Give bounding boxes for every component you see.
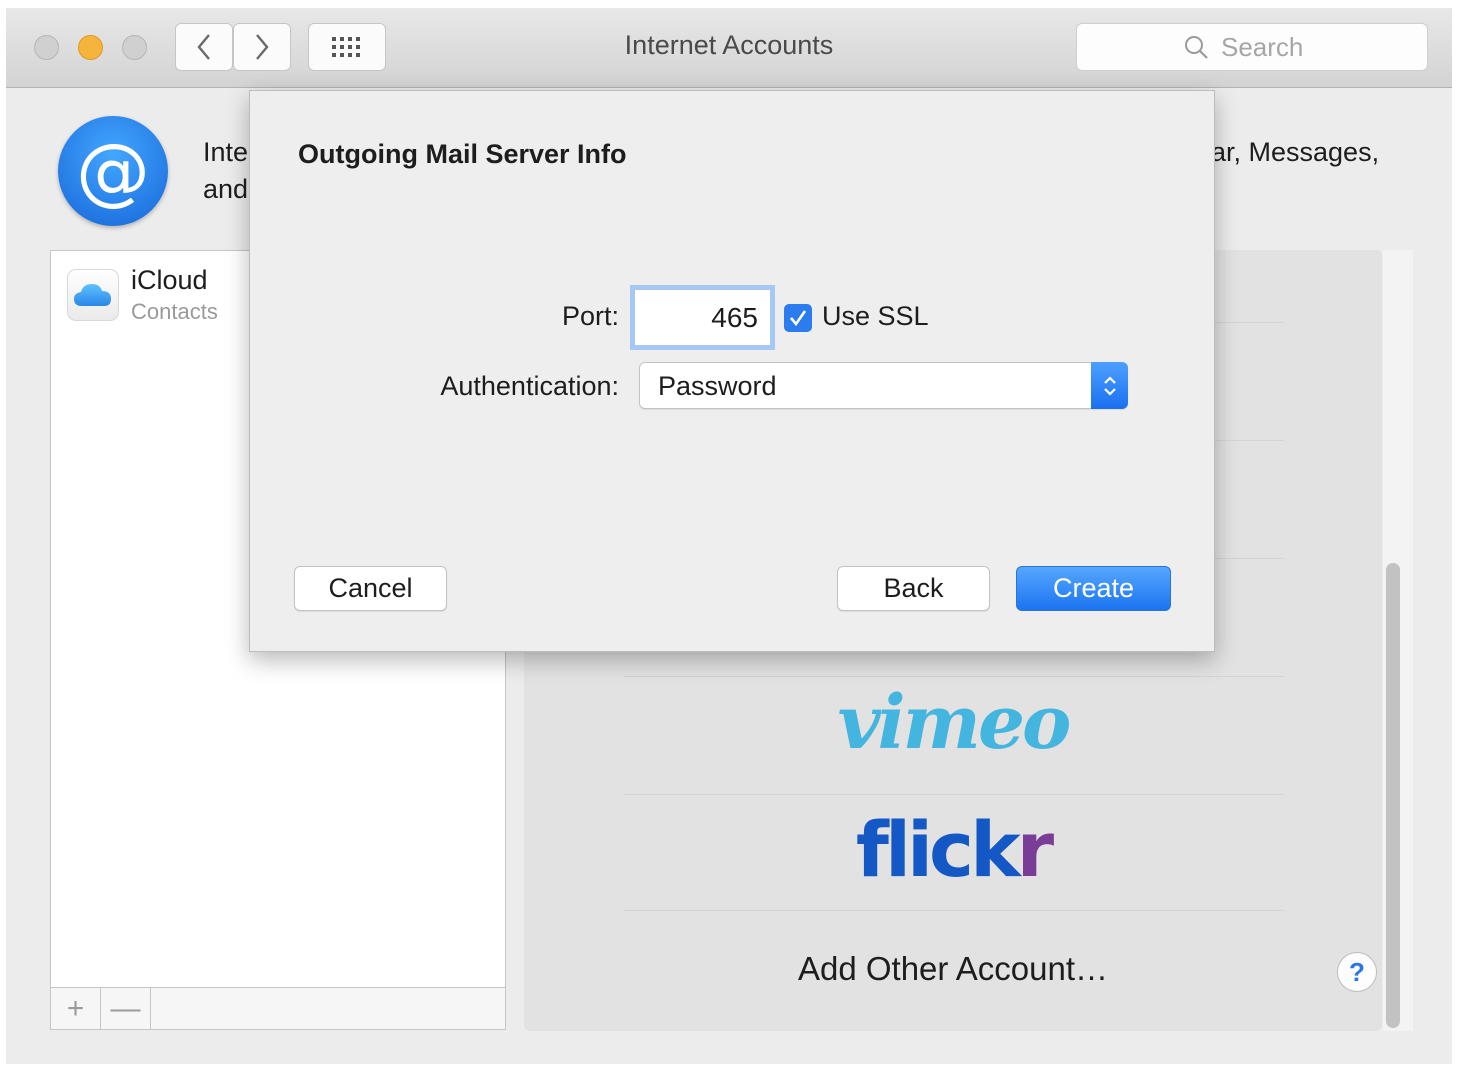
search-field[interactable] bbox=[1076, 23, 1428, 71]
chevron-right-icon bbox=[256, 34, 269, 60]
account-subtitle: Contacts bbox=[131, 299, 218, 324]
search-icon bbox=[1185, 36, 1208, 59]
remove-account-button[interactable]: — bbox=[101, 988, 151, 1029]
grid-icon bbox=[332, 37, 360, 57]
provider-flickr[interactable]: flickr bbox=[524, 805, 1382, 894]
updown-chevron-icon bbox=[1091, 362, 1128, 409]
help-button[interactable]: ? bbox=[1337, 952, 1377, 992]
back-button[interactable]: Back bbox=[837, 566, 990, 611]
titlebar: Internet Accounts bbox=[6, 8, 1452, 88]
chevron-left-icon bbox=[197, 34, 210, 60]
authentication-label: Authentication: bbox=[440, 371, 619, 401]
cancel-button[interactable]: Cancel bbox=[294, 566, 447, 611]
account-name: iCloud bbox=[131, 265, 208, 295]
provider-vimeo[interactable]: vimeo bbox=[524, 680, 1382, 766]
close-button[interactable] bbox=[34, 35, 59, 60]
port-label: Port: bbox=[561, 301, 619, 331]
search-input[interactable] bbox=[1221, 31, 1321, 63]
zoom-button[interactable] bbox=[122, 35, 147, 60]
add-other-account[interactable]: Add Other Account… bbox=[524, 950, 1382, 988]
sheet-title: Outgoing Mail Server Info bbox=[298, 139, 627, 169]
authentication-select[interactable]: Password bbox=[639, 362, 1128, 409]
account-item-icloud[interactable]: iCloud Contacts bbox=[67, 263, 218, 327]
add-account-button[interactable]: + bbox=[51, 988, 101, 1029]
divider bbox=[624, 794, 1284, 795]
outgoing-mail-server-sheet: Outgoing Mail Server Info Port: Use SSL … bbox=[249, 90, 1215, 652]
back-nav-button[interactable] bbox=[175, 23, 233, 71]
internet-accounts-window: Internet Accounts @ Inte and ar, Message… bbox=[6, 8, 1452, 1064]
divider bbox=[624, 910, 1284, 911]
use-ssl-checkbox[interactable] bbox=[784, 304, 812, 332]
minimize-button[interactable] bbox=[78, 35, 103, 60]
divider bbox=[624, 676, 1284, 677]
port-input[interactable] bbox=[634, 289, 771, 346]
use-ssl-label[interactable]: Use SSL bbox=[822, 301, 929, 332]
authentication-value: Password bbox=[658, 371, 777, 401]
forward-nav-button[interactable] bbox=[233, 23, 291, 71]
flickr-logo-part2: r bbox=[1016, 805, 1055, 894]
checkmark-icon bbox=[790, 310, 807, 327]
flickr-logo-part1: flick bbox=[855, 805, 1021, 894]
create-button[interactable]: Create bbox=[1016, 566, 1171, 611]
account-list-toolbar: + — bbox=[50, 987, 506, 1030]
show-all-button[interactable] bbox=[308, 23, 386, 71]
header-description-right: ar, Messages, bbox=[1211, 137, 1380, 167]
icloud-icon bbox=[67, 269, 119, 321]
scrollbar-thumb[interactable] bbox=[1386, 563, 1400, 1028]
at-sign-icon: @ bbox=[58, 116, 168, 226]
